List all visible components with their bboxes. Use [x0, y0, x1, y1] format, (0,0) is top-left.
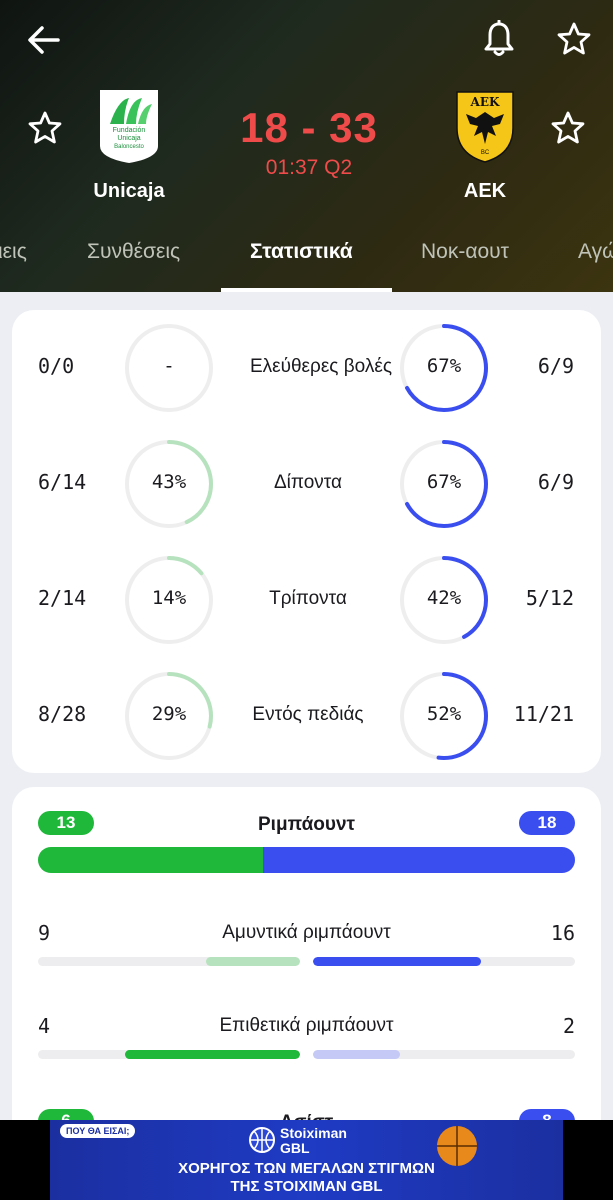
svg-text:Unicaja: Unicaja: [117, 135, 140, 142]
stat-label-three-pointers: Τρίποντα: [269, 588, 347, 609]
svg-text:Baloncesto: Baloncesto: [114, 144, 144, 150]
home-team[interactable]: Fundación Unicaja Baloncesto Unicaja: [69, 88, 189, 203]
stat-label-rebounds: Ριμπάουντ: [258, 814, 355, 835]
ad-brand-line1: Stoiximan: [280, 1125, 347, 1141]
away-rebounds-pill: 18: [519, 811, 575, 835]
home-defensive-rebounds-fill: [205, 957, 300, 966]
stat-row-two-pointers: 6/14 43% Δίποντα 67% 6/9: [12, 426, 601, 542]
tab-partial-left[interactable]: ιεις: [0, 240, 27, 264]
tab-statistics[interactable]: Στατιστικά: [250, 240, 353, 264]
home-three-pointers-value: 2/14: [38, 586, 87, 610]
away-defensive-rebounds-value: 16: [550, 921, 575, 945]
home-two-pointers-pct: 43%: [151, 471, 187, 493]
home-offensive-rebounds-track: [38, 1050, 300, 1059]
svg-text:Fundación: Fundación: [113, 127, 146, 134]
stat-label-two-pointers: Δίποντα: [273, 472, 343, 493]
away-three-pointers-ring: 42%: [398, 554, 490, 646]
away-three-pointers-value: 5/12: [525, 586, 574, 610]
away-defensive-rebounds-track: [313, 957, 575, 966]
favorite-match-star-icon[interactable]: [557, 22, 591, 56]
home-rebounds-pill: 13: [38, 811, 94, 835]
home-free-throws-value: 0/0: [38, 354, 75, 378]
home-three-pointers-pct: 14%: [151, 587, 187, 609]
home-rebounds-bar: [38, 847, 263, 873]
favorite-home-team-star-icon[interactable]: [28, 111, 62, 145]
home-three-pointers-ring: 14%: [123, 554, 215, 646]
away-offensive-rebounds-track: [313, 1050, 575, 1059]
favorite-away-team-star-icon[interactable]: [551, 111, 585, 145]
match-header: Fundación Unicaja Baloncesto Unicaja 18 …: [0, 0, 613, 292]
away-offensive-rebounds-fill: [313, 1050, 401, 1059]
back-arrow-icon[interactable]: [24, 20, 64, 60]
away-offensive-rebounds-value: 2: [562, 1014, 575, 1038]
stat-row-free-throws: 0/0 - Ελεύθερες βολές 67% 6/9: [12, 310, 601, 426]
away-two-pointers-value: 6/9: [537, 470, 574, 494]
away-field-goals-ring: 52%: [398, 670, 490, 762]
match-score: 18 - 33: [240, 104, 378, 151]
svg-text:ΑΕΚ: ΑΕΚ: [470, 95, 500, 109]
ad-speech-bubble: ΠΟΥ ΘΑ ΕΙΣΑΙ;: [60, 1124, 136, 1138]
away-free-throws-value: 6/9: [537, 354, 574, 378]
away-three-pointers-pct: 42%: [426, 587, 462, 609]
home-defensive-rebounds-value: 9: [38, 921, 51, 945]
home-two-pointers-ring: 43%: [123, 438, 215, 530]
home-offensive-rebounds-fill: [125, 1050, 300, 1059]
home-free-throws-ring: -: [123, 322, 215, 414]
svg-text:BC: BC: [481, 150, 490, 156]
away-two-pointers-ring: 67%: [398, 438, 490, 530]
home-offensive-rebounds-value: 4: [38, 1014, 51, 1038]
stat-row-three-pointers: 2/14 14% Τρίποντα 42% 5/12: [12, 542, 601, 658]
ad-brand: Stoiximan GBL: [280, 1126, 347, 1156]
away-team-name: AEK: [463, 180, 507, 202]
aek-logo: ΑΕΚ BC: [456, 91, 514, 163]
active-tab-indicator: [221, 288, 392, 292]
away-two-pointers-pct: 67%: [426, 471, 462, 493]
stat-label-defensive-rebounds: Αμυντικά ριμπάουντ: [222, 922, 391, 943]
match-tabs: ιεις Συνθέσεις Στατιστικά Νοκ-αουτ Αγώ: [0, 232, 613, 292]
basketball-icon: [249, 1127, 275, 1153]
away-field-goals-value: 11/21: [513, 702, 574, 726]
away-field-goals-pct: 52%: [426, 703, 462, 725]
away-rebounds-bar: [263, 847, 575, 873]
away-free-throws-pct: 67%: [426, 355, 462, 377]
home-field-goals-value: 8/28: [38, 702, 87, 726]
tab-partial-right[interactable]: Αγώ: [578, 240, 613, 264]
ad-banner-content[interactable]: ΠΟΥ ΘΑ ΕΙΣΑΙ; Stoiximan GBL ΧΟΡΗΓΟΣ ΤΩΝ …: [50, 1120, 563, 1200]
unicaja-logo: Fundación Unicaja Baloncesto: [100, 90, 158, 163]
home-two-pointers-value: 6/14: [38, 470, 87, 494]
bell-icon[interactable]: [482, 20, 516, 58]
away-free-throws-ring: 67%: [398, 322, 490, 414]
ball-graphic-icon: [437, 1126, 477, 1166]
stat-row-field-goals: 8/28 29% Εντός πεδιάς 52% 11/21: [12, 658, 601, 774]
tab-knockout[interactable]: Νοκ-αουτ: [421, 240, 509, 264]
home-field-goals-pct: 29%: [151, 703, 187, 725]
home-free-throws-pct: -: [163, 355, 175, 377]
away-team[interactable]: ΑΕΚ BC AEK: [425, 88, 545, 203]
match-clock: 01:37 Q2: [265, 156, 353, 179]
home-defensive-rebounds-track: [38, 957, 300, 966]
away-defensive-rebounds-fill: [313, 957, 481, 966]
ad-banner[interactable]: ΠΟΥ ΘΑ ΕΙΣΑΙ; Stoiximan GBL ΧΟΡΗΓΟΣ ΤΩΝ …: [0, 1120, 613, 1200]
home-field-goals-ring: 29%: [123, 670, 215, 762]
stat-label-offensive-rebounds: Επιθετικά ριμπάουντ: [219, 1015, 394, 1036]
home-team-name: Unicaja: [93, 180, 165, 202]
stat-label-free-throws: Ελεύθερες βολές: [249, 356, 392, 377]
tab-lineups[interactable]: Συνθέσεις: [87, 240, 180, 264]
stat-label-field-goals: Εντός πεδιάς: [252, 704, 364, 725]
ad-brand-line2: GBL: [280, 1140, 310, 1156]
ad-headline-line2: ΤΗΣ STOIXIMAN GBL: [230, 1178, 383, 1195]
shooting-stats-card: 0/0 - Ελεύθερες βολές 67% 6/9 6/14 43% Δ…: [12, 310, 601, 773]
rebounds-comparison-bar: [38, 847, 575, 873]
ad-headline-line1: ΧΟΡΗΓΟΣ ΤΩΝ ΜΕΓΑΛΩΝ ΣΤΙΓΜΩΝ: [178, 1160, 435, 1177]
